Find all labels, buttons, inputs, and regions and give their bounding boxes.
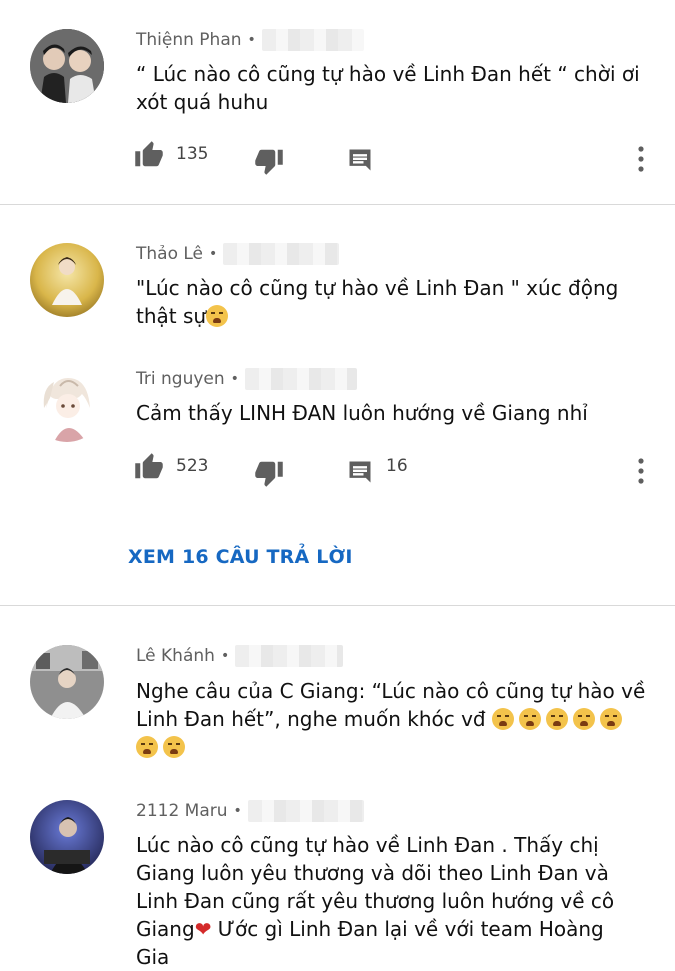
separator: •	[230, 371, 239, 387]
comment-text-body: Giang	[136, 917, 195, 941]
avatar-photo-icon	[30, 29, 104, 103]
comment-text-body: Ước gì Linh Đan lại về với team Hoàng	[211, 917, 604, 941]
avatar-photo-icon	[30, 800, 104, 874]
comment-actions: 523 16	[134, 452, 654, 488]
author-name[interactable]: Thảo Lê	[136, 242, 203, 266]
avatar[interactable]	[30, 645, 104, 719]
comment-text-line: Nghe câu của C Giang: “Lúc nào cô cũng t…	[136, 679, 646, 703]
like-icon[interactable]	[134, 140, 164, 170]
heart-icon: ❤	[194, 917, 212, 941]
divider	[0, 204, 675, 205]
dislike-icon[interactable]	[254, 458, 284, 488]
comment-text-line	[136, 733, 656, 761]
more-options-icon[interactable]	[636, 144, 646, 174]
reply-icon[interactable]	[346, 146, 374, 174]
comment-text: “ Lúc nào cô cũng tự hào về Linh Đan hết…	[136, 62, 640, 114]
redacted-timestamp	[261, 29, 364, 51]
author-name[interactable]: Thiệnn Phan	[136, 28, 242, 52]
comment-meta: Tri nguyen •	[136, 367, 357, 391]
comment-text-line: Linh Đan hết”, nghe muốn khóc vđ	[136, 705, 656, 733]
comment-text: "Lúc nào cô cũng tự hào về Linh Đan " xú…	[136, 274, 646, 330]
comment-text: Cảm thấy LINH ĐAN luôn hướng về Giang nh…	[136, 401, 588, 425]
comment-meta: Thiệnn Phan •	[136, 28, 364, 52]
author-name[interactable]: Tri nguyen	[136, 367, 225, 391]
comment-meta: Thảo Lê •	[136, 242, 340, 266]
crying-emoji-icon	[491, 708, 514, 730]
like-icon[interactable]	[134, 452, 164, 482]
avatar[interactable]	[30, 800, 104, 874]
comment-meta: Lê Khánh •	[136, 644, 344, 668]
comment-text-line: Lúc nào cô cũng tự hào về Linh Đan . Thấ…	[136, 833, 599, 857]
separator: •	[247, 32, 256, 48]
separator: •	[233, 803, 242, 819]
view-replies-link[interactable]: XEM 16 CÂU TRẢ LỜI	[128, 546, 353, 568]
redacted-timestamp	[244, 368, 357, 390]
crying-emoji-icon	[136, 736, 158, 758]
more-options-icon[interactable]	[636, 456, 646, 486]
redacted-timestamp	[235, 645, 344, 667]
dislike-icon[interactable]	[254, 146, 284, 176]
like-count: 135	[176, 144, 209, 164]
crying-emoji-icon	[163, 736, 185, 758]
avatar[interactable]	[30, 29, 104, 103]
crying-emoji-icon	[599, 708, 622, 730]
divider	[0, 605, 675, 606]
comment-actions: 135	[134, 140, 654, 176]
comment-text: Lúc nào cô cũng tự hào về Linh Đan . Thấ…	[136, 831, 656, 971]
comment-text-line: Giang❤ Ước gì Linh Đan lại về với team H…	[136, 915, 656, 943]
comment-text-body: Linh Đan hết”, nghe muốn khóc vđ	[136, 707, 486, 731]
redacted-timestamp	[247, 800, 364, 822]
reply-icon[interactable]	[346, 458, 374, 486]
avatar-photo-icon	[30, 243, 104, 317]
redacted-timestamp	[223, 243, 340, 265]
comment-text-line: Giang luôn yêu thương và dõi theo Linh Đ…	[136, 861, 609, 885]
separator: •	[209, 246, 218, 262]
reply-count: 16	[386, 456, 408, 476]
like-count: 523	[176, 456, 209, 476]
author-name[interactable]: Lê Khánh	[136, 644, 215, 668]
avatar[interactable]	[30, 368, 104, 442]
crying-emoji-icon	[206, 305, 229, 327]
comment-meta: 2112 Maru •	[136, 799, 364, 823]
comment-text-line: Linh Đan cũng rất yêu thương luôn hướng …	[136, 889, 615, 913]
avatar-anime-icon	[30, 368, 104, 442]
crying-emoji-icon	[572, 708, 595, 730]
author-name[interactable]: 2112 Maru	[136, 799, 228, 823]
crying-emoji-icon	[545, 708, 568, 730]
avatar-photo-icon	[30, 645, 104, 719]
avatar[interactable]	[30, 243, 104, 317]
separator: •	[220, 648, 230, 664]
crying-emoji-icon	[518, 708, 541, 730]
comment-text: Nghe câu của C Giang: “Lúc nào cô cũng t…	[136, 677, 656, 761]
